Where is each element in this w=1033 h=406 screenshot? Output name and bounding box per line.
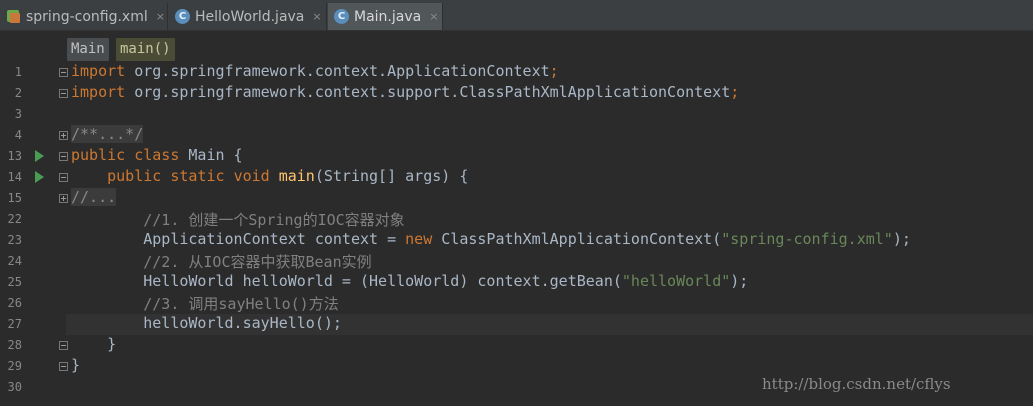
breadcrumb-class[interactable]: Main bbox=[67, 38, 109, 61]
string-literal: "spring-config.xml" bbox=[721, 230, 893, 248]
code-line-23[interactable]: ApplicationContext context = new ClassPa… bbox=[71, 230, 911, 248]
line-number: 30 bbox=[7, 380, 22, 394]
tab-spring-config-xml[interactable]: spring-config.xml × bbox=[0, 3, 168, 30]
line-number: 15 bbox=[7, 191, 22, 205]
line-number: 3 bbox=[14, 107, 22, 121]
editor-tab-bar: spring-config.xml × C HelloWorld.java × … bbox=[0, 0, 1033, 31]
line-number: 13 bbox=[7, 149, 22, 163]
line-number: 22 bbox=[7, 212, 22, 226]
watermark: http://blog.csdn.net/cflys bbox=[762, 375, 951, 393]
keyword: class bbox=[134, 146, 180, 164]
keyword: import bbox=[71, 83, 126, 101]
folded-comment[interactable]: //... bbox=[71, 188, 117, 206]
fold-collapse-icon[interactable] bbox=[59, 152, 68, 161]
line-number: 27 bbox=[7, 317, 22, 331]
punctuation: ; bbox=[730, 83, 740, 101]
fold-collapse-icon[interactable] bbox=[59, 341, 68, 350]
code-line-24[interactable]: //2. 从IOC容器中获取Bean实例 bbox=[71, 251, 372, 272]
code-text: helloWorld.sayHello(); bbox=[143, 314, 342, 332]
code-text: org.springframework.context.support.Clas… bbox=[125, 83, 731, 101]
tab-label: Main.java bbox=[354, 8, 422, 25]
code-line-15[interactable]: //... bbox=[71, 188, 117, 206]
code-text: HelloWorld helloWorld = (HelloWorld) con… bbox=[143, 272, 622, 290]
line-number: 2 bbox=[14, 86, 22, 100]
comment: //2. 从IOC容器中获取Bean实例 bbox=[143, 253, 372, 271]
keyword: new bbox=[405, 230, 433, 248]
code-text: } bbox=[71, 356, 81, 374]
code-text: org.springframework.context.ApplicationC… bbox=[125, 62, 550, 80]
code-line-26[interactable]: //3. 调用sayHello()方法 bbox=[71, 293, 339, 314]
fold-collapse-icon[interactable] bbox=[59, 173, 68, 182]
java-class-icon: C bbox=[334, 9, 349, 24]
fold-expand-icon[interactable] bbox=[59, 131, 68, 140]
run-class-icon[interactable] bbox=[35, 150, 44, 162]
line-number: 1 bbox=[14, 65, 22, 79]
comment: //1. 创建一个Spring的IOC容器对象 bbox=[143, 211, 405, 229]
fold-collapse-icon[interactable] bbox=[59, 362, 68, 371]
code-line-28[interactable]: } bbox=[71, 335, 116, 353]
close-icon[interactable]: × bbox=[429, 10, 438, 23]
fold-expand-icon[interactable] bbox=[59, 194, 68, 203]
code-line-13[interactable]: public class Main { bbox=[71, 146, 243, 164]
tab-main-java[interactable]: C Main.java × bbox=[328, 3, 443, 30]
punctuation: ; bbox=[549, 62, 559, 80]
keyword: import bbox=[71, 62, 126, 80]
line-number: 23 bbox=[7, 233, 22, 247]
line-number: 28 bbox=[7, 338, 22, 352]
string-literal: "helloWorld" bbox=[621, 272, 731, 290]
keyword: static bbox=[170, 167, 225, 185]
line-number: 25 bbox=[7, 275, 22, 289]
keyword: void bbox=[233, 167, 270, 185]
line-number: 14 bbox=[7, 170, 22, 184]
code-text: ); bbox=[730, 272, 749, 290]
line-number: 4 bbox=[14, 128, 22, 142]
xml-file-icon bbox=[6, 9, 21, 24]
code-line-25[interactable]: HelloWorld helloWorld = (HelloWorld) con… bbox=[71, 272, 748, 290]
breadcrumb: Main main() bbox=[0, 31, 1033, 63]
tab-helloworld-java[interactable]: C HelloWorld.java × bbox=[169, 3, 327, 30]
code-line-22[interactable]: //1. 创建一个Spring的IOC容器对象 bbox=[71, 209, 405, 230]
java-class-icon: C bbox=[175, 9, 190, 24]
comment: //3. 调用sayHello()方法 bbox=[143, 295, 339, 313]
code-text: ); bbox=[892, 230, 911, 248]
tab-label: HelloWorld.java bbox=[195, 8, 305, 25]
code-text: Main { bbox=[179, 146, 243, 164]
code-text: ClassPathXmlApplicationContext( bbox=[432, 230, 722, 248]
close-icon[interactable]: × bbox=[156, 10, 165, 23]
code-line-1[interactable]: import org.springframework.context.Appli… bbox=[71, 62, 559, 80]
line-number: 24 bbox=[7, 254, 22, 268]
fold-collapse-icon[interactable] bbox=[59, 89, 68, 98]
folded-javadoc[interactable]: /**...*/ bbox=[71, 125, 144, 143]
keyword: public bbox=[71, 146, 126, 164]
code-text: (String[] args) { bbox=[314, 167, 469, 185]
code-text: } bbox=[107, 335, 117, 353]
code-line-14[interactable]: public static void main(String[] args) { bbox=[71, 167, 468, 185]
code-line-4[interactable]: /**...*/ bbox=[71, 125, 144, 143]
method-name: main bbox=[278, 167, 315, 185]
code-line-2[interactable]: import org.springframework.context.suppo… bbox=[71, 83, 739, 101]
keyword: public bbox=[107, 167, 162, 185]
line-number: 29 bbox=[7, 359, 22, 373]
close-icon[interactable]: × bbox=[312, 10, 321, 23]
breadcrumb-method[interactable]: main() bbox=[116, 38, 175, 61]
line-number: 26 bbox=[7, 296, 22, 310]
code-line-29[interactable]: } bbox=[71, 356, 80, 374]
code-line-27[interactable]: helloWorld.sayHello(); bbox=[71, 314, 342, 332]
code-text: ApplicationContext context = bbox=[143, 230, 406, 248]
fold-collapse-icon[interactable] bbox=[59, 68, 68, 77]
tab-label: spring-config.xml bbox=[26, 8, 148, 25]
run-method-icon[interactable] bbox=[35, 171, 44, 183]
